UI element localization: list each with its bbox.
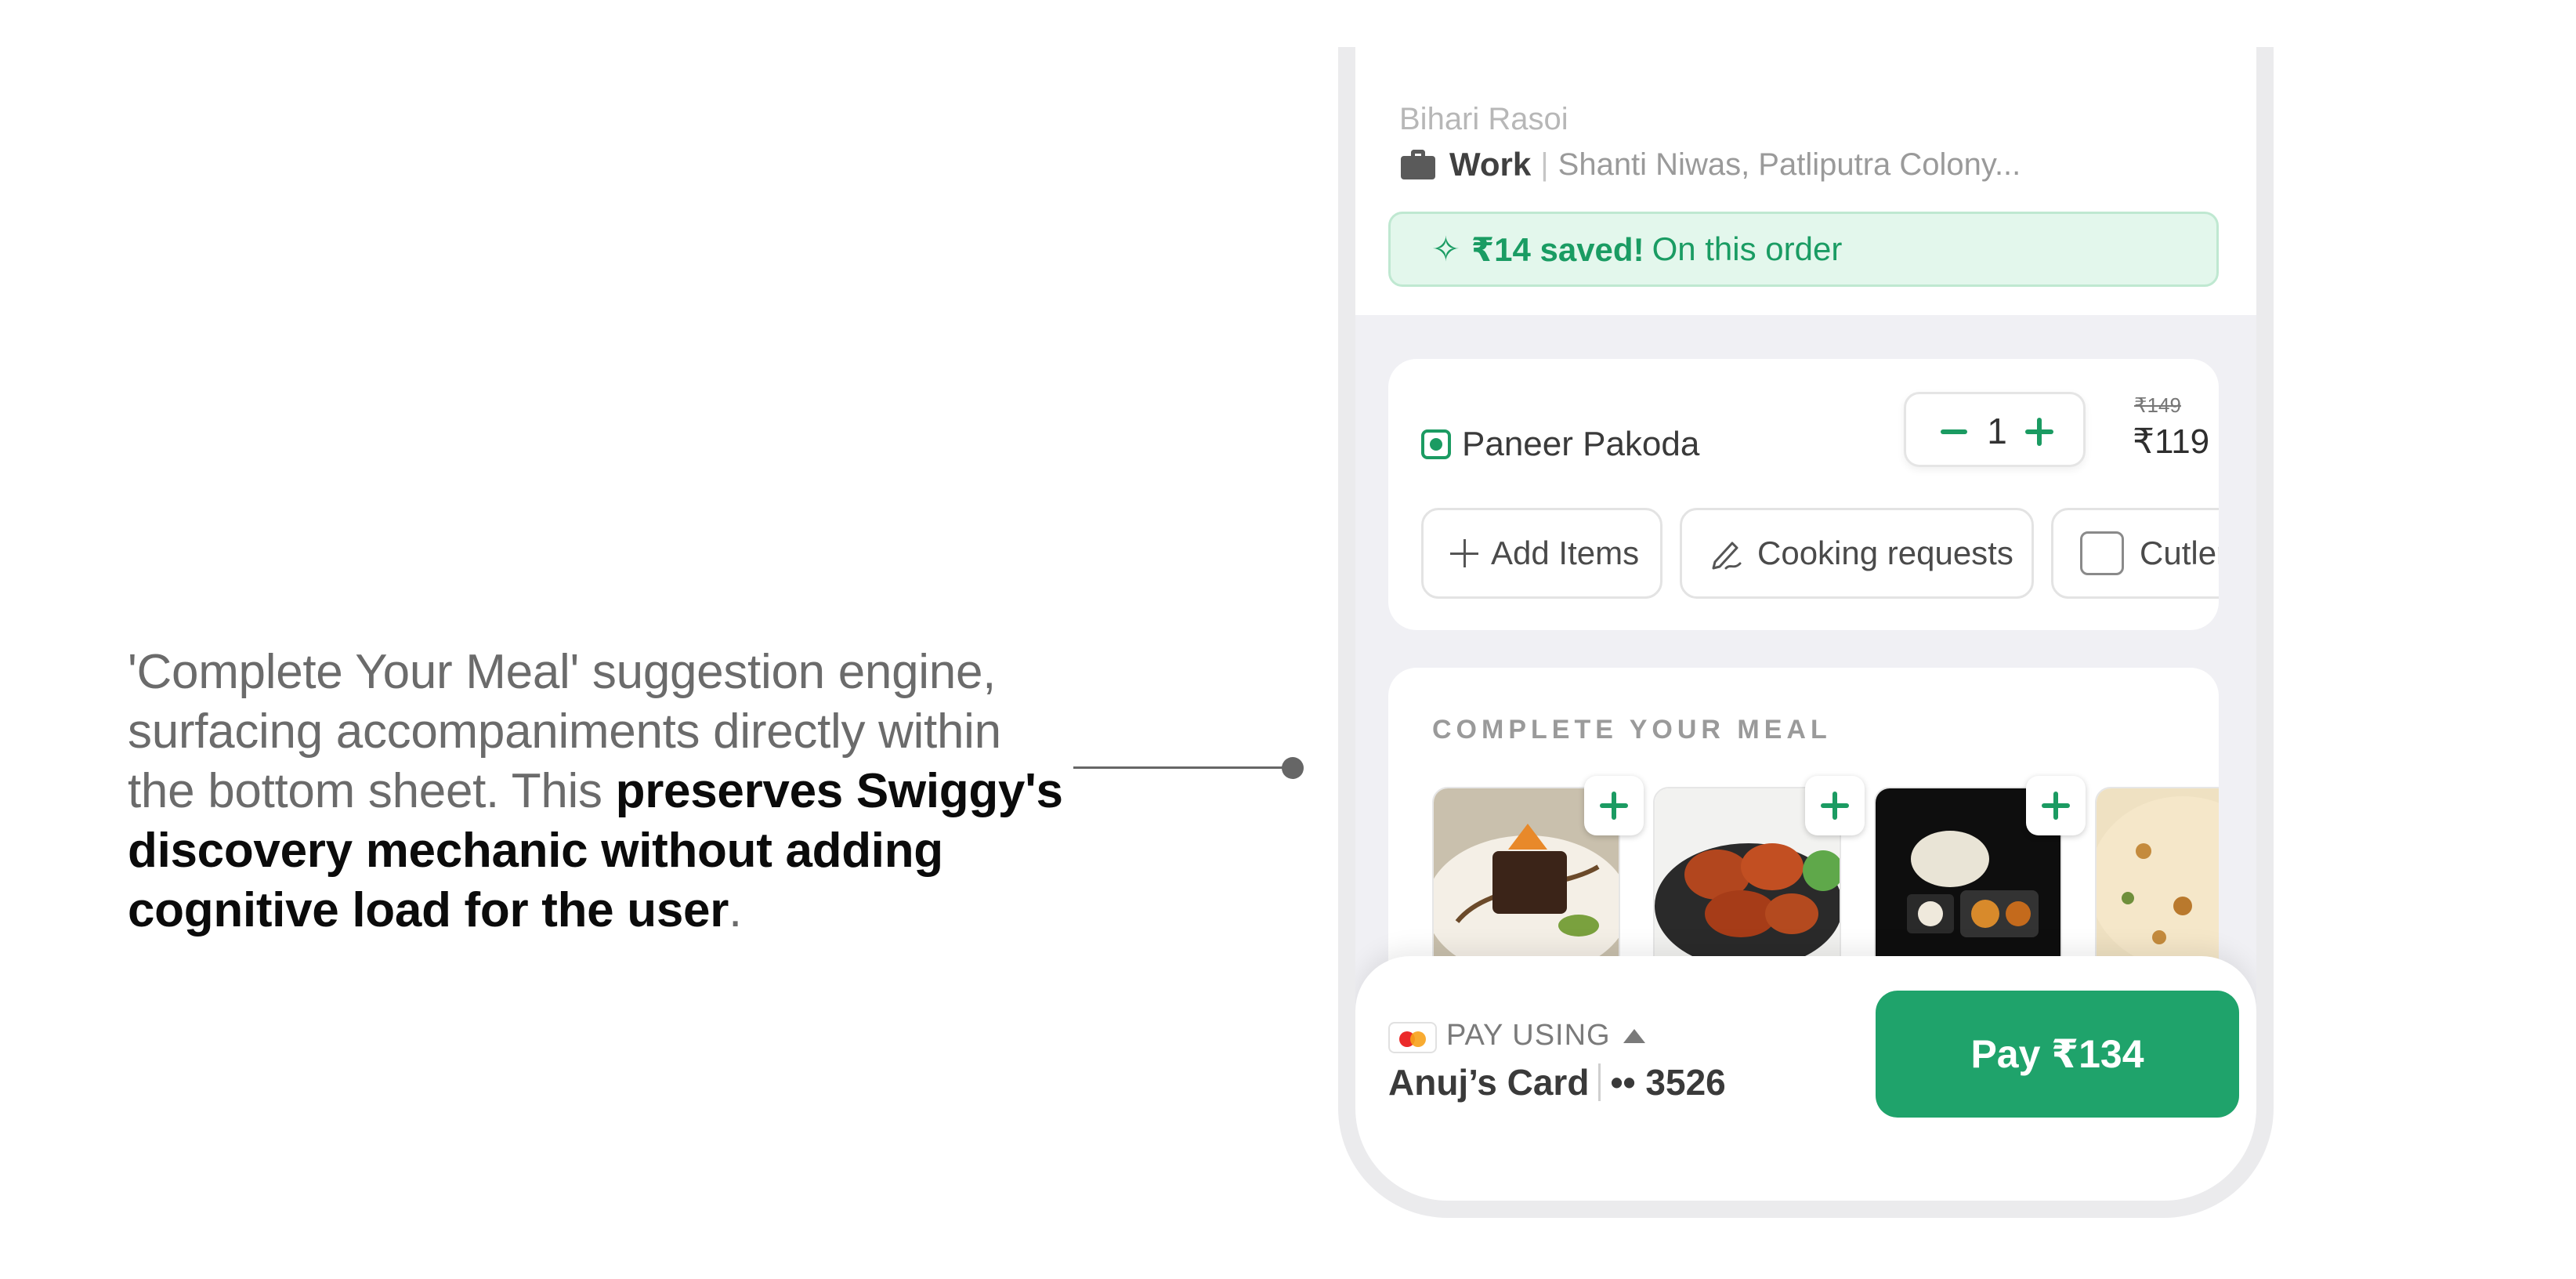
selected-card[interactable]: Anuj’s Card •• 3526 bbox=[1388, 1061, 1726, 1103]
phone-frame: Bihari Rasoi Work | Shanti Niwas, Patlip… bbox=[1338, 47, 2274, 1218]
meal-suggestion-item[interactable] bbox=[2095, 787, 2219, 975]
cutlery-label: Cutlery bbox=[2140, 534, 2219, 571]
restaurant-name: Bihari Rasoi bbox=[1399, 102, 1568, 136]
item-name: Paneer Pakoda bbox=[1462, 425, 1700, 463]
pay-using-label: PAY USING bbox=[1446, 1019, 1611, 1052]
address-type: Work bbox=[1449, 146, 1532, 183]
plus-icon[interactable] bbox=[2025, 418, 2053, 446]
item-actions: Add Items Cooking requests Cutlery bbox=[1421, 508, 2219, 602]
order-header: Bihari Rasoi Work | Shanti Niwas, Patlip… bbox=[1355, 47, 2256, 315]
card-name: Anuj’s Card bbox=[1388, 1062, 1590, 1103]
savings-text: On this order bbox=[1652, 230, 1843, 267]
add-suggestion-button[interactable] bbox=[2026, 776, 2086, 835]
pen-icon bbox=[1712, 542, 1742, 570]
cart-item-card: Paneer Pakoda 1 ₹149 ₹119 Add Items Cook… bbox=[1388, 359, 2219, 630]
connector-line bbox=[1073, 766, 1301, 769]
phone-screen: Bihari Rasoi Work | Shanti Niwas, Patlip… bbox=[1355, 47, 2256, 1201]
caret-up-icon bbox=[1623, 1028, 1645, 1043]
add-items-label: Add Items bbox=[1491, 534, 1640, 571]
complete-meal-title: COMPLETE YOUR MEAL bbox=[1432, 715, 1832, 745]
cooking-requests-label: Cooking requests bbox=[1757, 534, 2013, 571]
briefcase-icon bbox=[1401, 150, 1435, 179]
cutlery-checkbox[interactable] bbox=[2080, 531, 2124, 575]
add-items-button[interactable]: Add Items bbox=[1421, 508, 1662, 599]
card-separator bbox=[1598, 1063, 1601, 1101]
quantity-stepper: 1 bbox=[1904, 392, 2086, 467]
naan-image bbox=[2097, 788, 2219, 973]
price-final: ₹119 bbox=[2133, 422, 2210, 461]
add-suggestion-button[interactable] bbox=[1584, 776, 1644, 835]
savings-amount: ₹14 saved! bbox=[1471, 230, 1644, 268]
delivery-address[interactable]: Work | Shanti Niwas, Patliputra Colony..… bbox=[1401, 146, 2021, 183]
annotation-text: 'Complete Your Meal' suggestion engine, … bbox=[128, 643, 1076, 940]
sparkle-icon: ✧ bbox=[1431, 230, 1460, 269]
pay-using-selector[interactable]: PAY USING bbox=[1446, 1019, 1645, 1053]
savings-banner: ✧ ₹14 saved! On this order bbox=[1388, 212, 2219, 287]
plus-icon bbox=[1450, 539, 1478, 567]
address-separator: | bbox=[1540, 147, 1549, 182]
price-original: ₹149 bbox=[2134, 393, 2181, 417]
address-text: Shanti Niwas, Patliputra Colony... bbox=[1558, 147, 2021, 182]
connector-dot bbox=[1282, 757, 1304, 779]
cooking-requests-button[interactable]: Cooking requests bbox=[1680, 508, 2034, 599]
quantity-value: 1 bbox=[1987, 411, 2007, 451]
card-number: •• 3526 bbox=[1610, 1062, 1726, 1103]
veg-indicator-icon bbox=[1421, 429, 1451, 459]
add-suggestion-button[interactable] bbox=[1805, 776, 1865, 835]
annotation-end: . bbox=[729, 883, 742, 937]
mastercard-icon bbox=[1388, 1022, 1437, 1053]
cutlery-toggle[interactable]: Cutlery bbox=[2051, 508, 2219, 599]
pay-button[interactable]: Pay ₹134 bbox=[1876, 991, 2239, 1118]
payment-sheet: PAY USING Anuj’s Card •• 3526 Pay ₹134 bbox=[1355, 956, 2256, 1201]
